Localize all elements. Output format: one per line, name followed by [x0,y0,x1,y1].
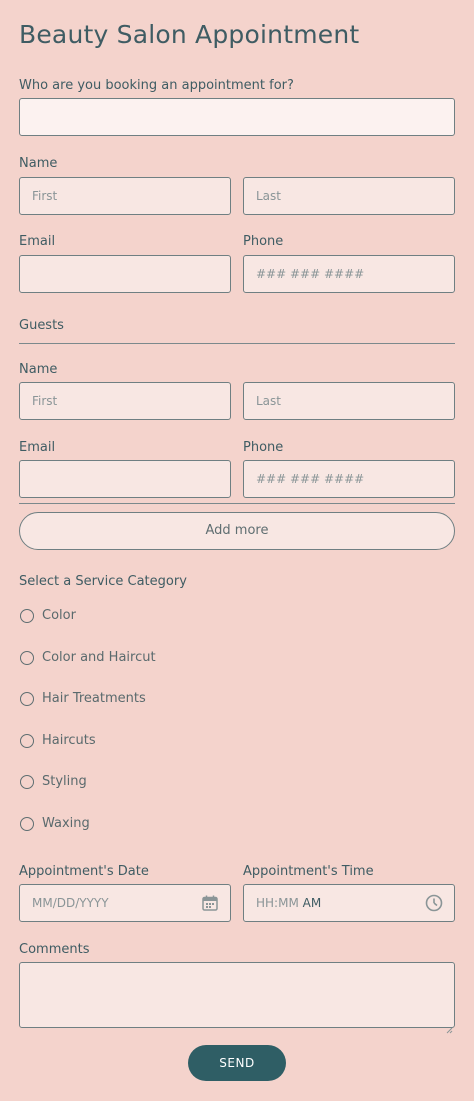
radio-hair-treatments[interactable] [20,692,34,706]
first-name-input[interactable] [19,177,231,215]
add-more-button[interactable]: Add more [19,512,455,550]
last-name-input[interactable] [243,177,455,215]
comments-textarea[interactable] [19,962,455,1028]
radio-haircuts[interactable] [20,734,34,748]
phone-input[interactable] [243,255,455,293]
email-label: Email [19,234,56,249]
guest-phone-input[interactable] [243,460,455,498]
time-label: Appointment's Time [243,864,374,879]
service-option-label: Waxing [42,816,90,831]
guest-section-divider [19,503,455,504]
booking-for-label: Who are you booking an appointment for? [19,78,294,93]
radio-color-and-haircut[interactable] [20,651,34,665]
email-input[interactable] [19,255,231,293]
guest-email-label: Email [19,440,56,455]
time-ampm[interactable]: AM [303,896,322,910]
booking-for-input[interactable] [19,98,455,136]
date-placeholder: MM/DD/YYYY [32,896,109,910]
service-option-label: Styling [42,774,87,789]
guests-label: Guests [19,318,64,333]
name-label: Name [19,156,58,171]
comments-label: Comments [19,942,90,957]
radio-color[interactable] [20,609,34,623]
page-title: Beauty Salon Appointment [19,20,360,49]
guest-first-name-input[interactable] [19,382,231,420]
guests-divider [19,343,455,344]
guest-name-label: Name [19,362,58,377]
date-input[interactable]: MM/DD/YYYY [19,884,231,922]
service-option-label: Color [42,608,76,623]
service-option-label: Haircuts [42,733,96,748]
resize-grip-icon[interactable] [446,1019,453,1034]
time-placeholder: HH:MM [256,896,299,910]
clock-icon[interactable] [425,894,443,912]
service-option-label: Hair Treatments [42,691,146,706]
phone-label: Phone [243,234,284,249]
calendar-icon[interactable] [201,894,219,912]
guest-phone-label: Phone [243,440,284,455]
guest-last-name-input[interactable] [243,382,455,420]
send-button[interactable]: SEND [188,1045,286,1081]
service-category-label: Select a Service Category [19,574,187,589]
guest-email-input[interactable] [19,460,231,498]
date-label: Appointment's Date [19,864,149,879]
radio-waxing[interactable] [20,817,34,831]
time-input[interactable]: HH:MM AM [243,884,455,922]
service-option-label: Color and Haircut [42,650,156,665]
radio-styling[interactable] [20,775,34,789]
